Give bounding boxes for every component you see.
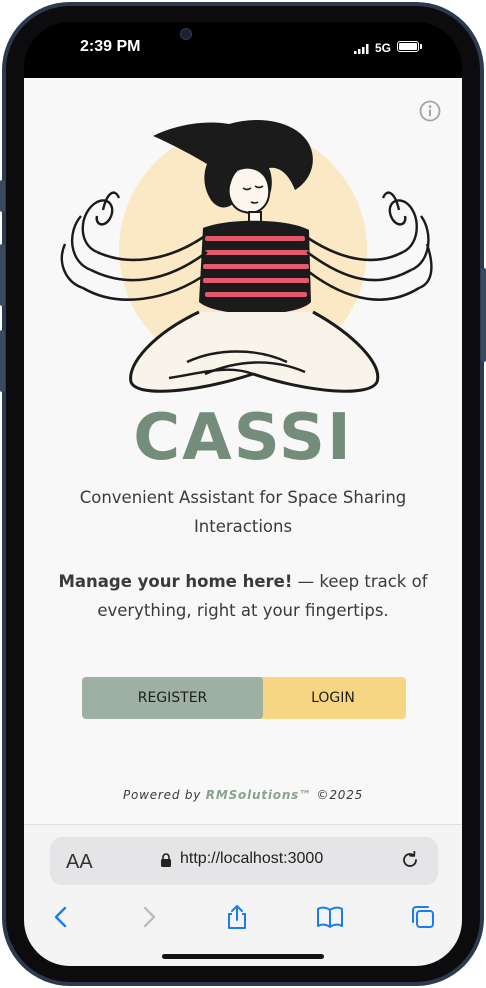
app-tagline: Manage your home here! — keep track of e… [48,567,438,625]
text-size-button[interactable]: AA [66,851,93,874]
lock-icon [161,853,171,867]
reload-icon[interactable] [399,849,421,871]
auth-buttons: LOGIN REGISTER [82,677,406,719]
footer-company[interactable]: RMSolutions™ [206,788,312,802]
text-size-label: AA [66,851,93,873]
footer-suffix: ©2025 [311,788,364,802]
address-bar[interactable]: AA http://localhost:3000 [50,837,438,885]
front-camera [180,28,192,40]
home-indicator[interactable] [162,954,324,959]
meditating-person-illustration [60,120,433,393]
tabs-icon[interactable] [409,903,437,931]
footer-prefix: Powered by [122,788,206,802]
signal-icon [354,44,369,54]
side-button-silent [0,180,5,212]
url-text[interactable]: http://localhost:3000 [180,850,323,868]
login-button[interactable]: LOGIN [260,677,406,719]
side-button-power [481,268,486,362]
browser-toolbar: AA http://localhost:3000 [24,824,462,966]
app-content: CASSI Convenient Assistant for Space Sha… [24,78,462,824]
back-icon[interactable] [48,903,76,931]
bookmarks-icon[interactable] [316,903,344,931]
forward-icon[interactable] [134,903,162,931]
side-button-volume-up [0,244,5,306]
battery-icon [397,41,419,52]
camera-notch [181,25,291,55]
network-type: 5G [375,41,392,55]
battery-tip [420,44,422,49]
app-subtitle: Convenient Assistant for Space Sharing I… [79,488,407,536]
tagline-bold: Manage your home here! [58,572,293,591]
register-button[interactable]: REGISTER [82,677,263,719]
side-button-volume-down [0,330,5,392]
status-bar: 2:39 PM 5G [24,22,462,78]
phone-screen: 2:39 PM 5G CASSI Convenient Assistant fo… [24,22,462,966]
share-icon[interactable] [223,903,251,931]
app-brand-title: CASSI [133,401,353,475]
powered-by-footer: Powered by RMSolutions™ ©2025 [24,788,462,802]
status-time: 2:39 PM [80,38,141,55]
